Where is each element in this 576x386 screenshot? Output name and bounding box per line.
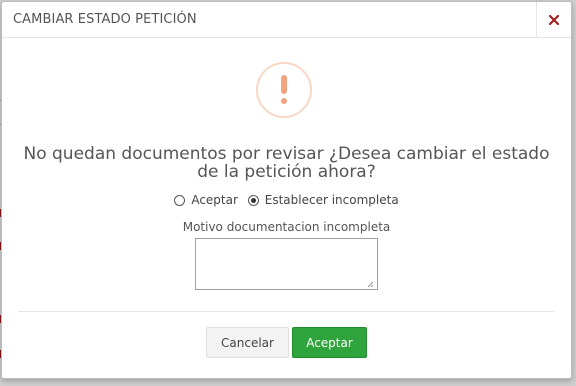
option-accept[interactable]: Aceptar: [174, 193, 238, 207]
cancel-button[interactable]: Cancelar: [206, 327, 289, 358]
close-icon: [549, 14, 559, 25]
close-button[interactable]: [536, 2, 571, 37]
warning-circle: [256, 62, 312, 118]
footer-divider: [18, 311, 555, 312]
resize-grip-icon[interactable]: [366, 280, 374, 288]
option-set-incomplete-label: Establecer incompleta: [264, 193, 399, 207]
dialog-message: No quedan documentos por revisar ¿Desea …: [23, 144, 550, 182]
radio-set-incomplete[interactable]: [247, 194, 259, 206]
option-set-incomplete[interactable]: Establecer incompleta: [247, 193, 399, 207]
status-options: Aceptar Establecer incompleta: [2, 193, 571, 209]
accept-button[interactable]: Aceptar: [292, 327, 367, 358]
reason-textarea[interactable]: [195, 238, 378, 290]
reason-label: Motivo documentacion incompleta: [182, 220, 391, 234]
change-status-dialog: CAMBIAR ESTADO PETICIÓN No quedan docume…: [1, 1, 572, 379]
exclamation-icon: [281, 75, 287, 105]
option-accept-label: Aceptar: [191, 193, 238, 207]
dialog-header: CAMBIAR ESTADO PETICIÓN: [2, 2, 571, 38]
radio-accept[interactable]: [174, 194, 186, 206]
dialog-title: CAMBIAR ESTADO PETICIÓN: [13, 12, 197, 27]
